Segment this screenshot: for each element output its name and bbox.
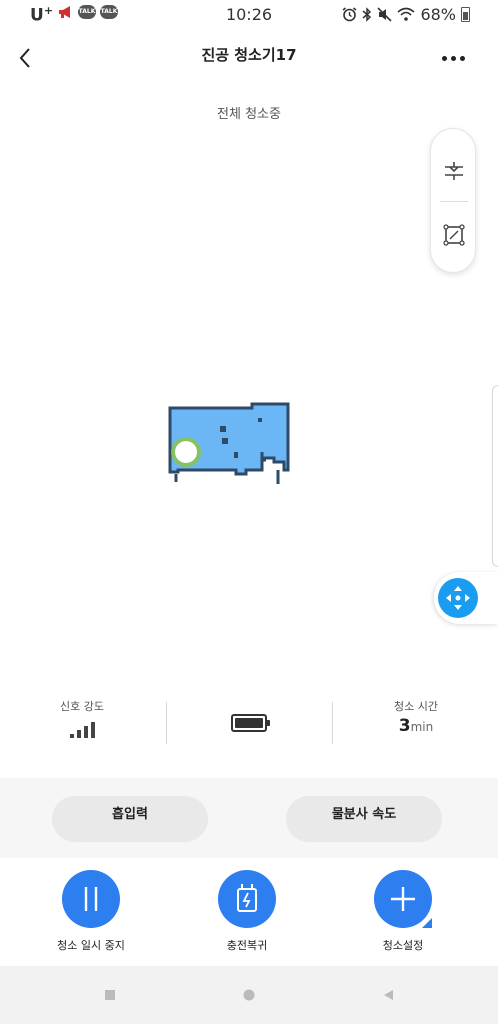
suction-power-button[interactable]: 흡입력 — [52, 796, 208, 842]
wifi-icon — [397, 7, 415, 21]
time-label: 청소 시간 — [394, 700, 438, 713]
plus-icon — [391, 887, 432, 928]
return-to-dock-button[interactable]: 충전복귀 — [192, 870, 302, 953]
remote-control-button[interactable] — [434, 572, 498, 624]
cleaning-settings-button[interactable]: 청소설정 — [348, 870, 458, 953]
cleaning-status: 전체 청소중 — [217, 107, 281, 122]
map-wall-block — [220, 426, 226, 432]
status-info-row: 신호 강도 청소 시간 3min — [0, 698, 498, 748]
map-tools — [430, 128, 476, 273]
split-room-icon[interactable] — [442, 159, 466, 183]
direction-pad-icon — [446, 586, 470, 610]
side-panel-handle[interactable] — [492, 385, 498, 567]
battery-percent: 68% — [420, 5, 456, 24]
water-flow-label: 물분사 속도 — [331, 807, 397, 822]
app-header: 진공 청소기17 — [0, 36, 498, 80]
more-options-icon[interactable] — [442, 50, 470, 66]
status-bar: U+ TALK TALK 10:26 68% — [0, 0, 498, 30]
settings-label: 청소설정 — [382, 939, 424, 952]
map-wall-block — [222, 438, 228, 444]
pause-label: 청소 일시 중지 — [57, 939, 125, 952]
pause-icon — [84, 887, 98, 911]
home-icon[interactable] — [243, 989, 255, 1001]
signal-strength: 신호 강도 — [30, 698, 134, 748]
dock-label: 충전복귀 — [226, 939, 268, 952]
cleaning-map[interactable] — [166, 400, 296, 486]
signal-label: 신호 강도 — [60, 700, 104, 713]
charging-dock-icon — [237, 884, 257, 912]
battery-icon — [461, 7, 470, 22]
signal-bars-icon — [30, 722, 134, 738]
cleaning-time: 청소 시간 3min — [364, 698, 468, 748]
map-wall-block — [258, 418, 262, 422]
mute-icon — [377, 7, 393, 22]
page-title: 진공 청소기17 — [201, 46, 297, 64]
pause-cleaning-button[interactable]: 청소 일시 중지 — [36, 870, 146, 953]
time-value: 3 — [398, 716, 411, 736]
alarm-icon — [342, 7, 357, 22]
action-bar: 청소 일시 중지 충전복귀 청소설정 — [0, 858, 498, 966]
battery-full-icon — [231, 714, 270, 732]
suction-power-label: 흡입력 — [112, 807, 148, 822]
bluetooth-icon — [362, 7, 372, 22]
time-unit: min — [410, 720, 434, 734]
system-nav-bar — [0, 966, 498, 1024]
water-flow-button[interactable]: 물분사 속도 — [286, 796, 442, 842]
zone-clean-icon[interactable] — [442, 223, 466, 247]
recent-apps-icon[interactable] — [104, 989, 116, 1001]
battery-status — [231, 698, 271, 748]
back-nav-icon[interactable] — [382, 989, 394, 1001]
map-wall-block — [234, 452, 238, 458]
